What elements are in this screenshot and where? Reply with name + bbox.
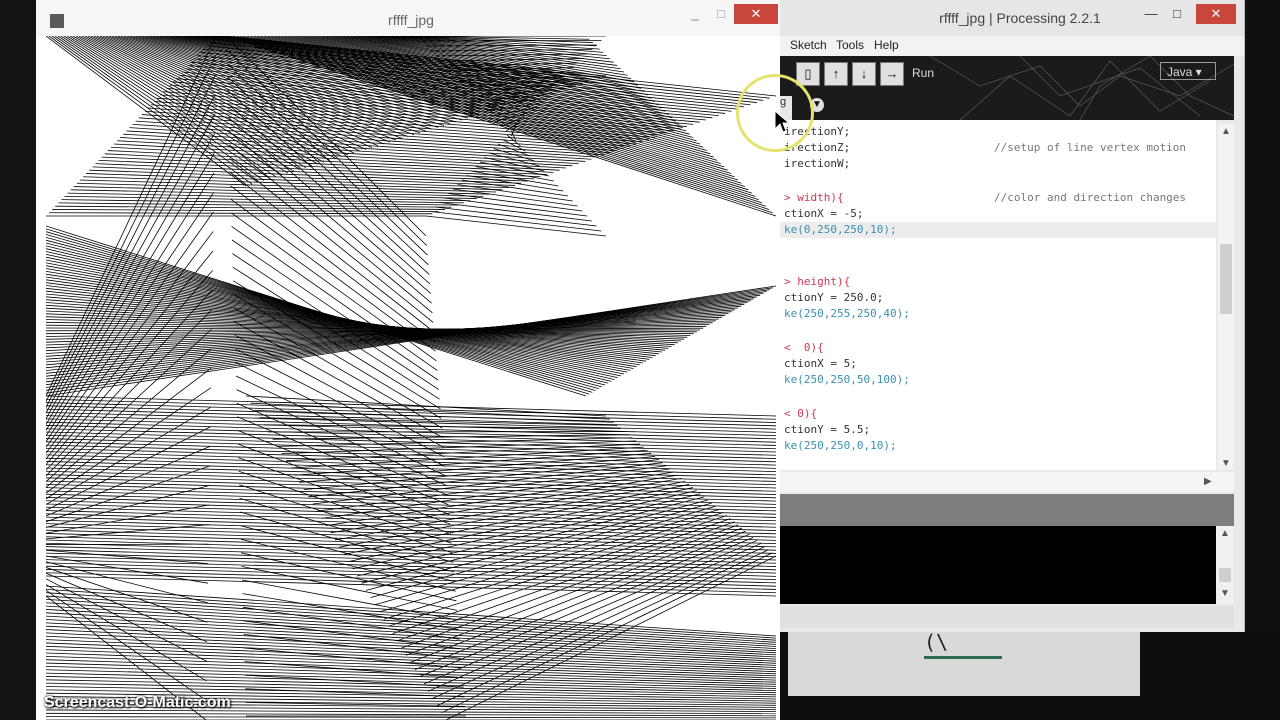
sketch-minimize-button[interactable]: _ (682, 4, 708, 24)
processing-ide-window: rffff_jpg | Processing 2.2.1 — □ ✕ Sketc… (780, 0, 1245, 632)
ide-window-title: rffff_jpg | Processing 2.2.1 (939, 10, 1101, 26)
menu-sketch[interactable]: Sketch (790, 38, 827, 52)
scroll-down-icon[interactable]: ▼ (1221, 458, 1231, 469)
background-window[interactable] (788, 628, 1140, 696)
code-comment: //color and direction changes (994, 191, 1187, 204)
scroll-up-icon[interactable]: ▲ (1221, 126, 1231, 137)
code-line: ctionX = -5; (784, 207, 864, 220)
console-scroll-thumb[interactable] (1219, 568, 1231, 582)
ide-minimize-button[interactable]: — (1138, 4, 1164, 24)
sketch-titlebar[interactable]: rffff_jpg _ □ ✕ (36, 0, 780, 36)
menu-help[interactable]: Help (874, 38, 899, 52)
code-line: > height){ (784, 275, 851, 288)
export-button[interactable]: → (880, 62, 904, 86)
open-button[interactable]: ↑ (824, 62, 848, 86)
watermark: Screencast-O-Matic.com (44, 694, 231, 711)
mouse-pointer-icon (774, 110, 790, 133)
ide-close-button[interactable]: ✕ (1196, 4, 1236, 24)
scroll-thumb[interactable] (1220, 244, 1232, 314)
desktop-background-right (1240, 0, 1280, 720)
line-mesh (46, 36, 777, 720)
code-comment: //setup of line vertex motion (994, 141, 1187, 154)
code-line: ctionX = 5; (784, 357, 857, 370)
new-file-icon: ▯ (804, 66, 812, 81)
open-icon: ↑ (832, 66, 840, 81)
ide-maximize-button[interactable]: □ (1164, 4, 1190, 24)
ide-bottom-strip (780, 606, 1234, 628)
code-line: > width){//color and direction changes (784, 191, 1187, 204)
mode-select[interactable]: Java ▾ (1160, 62, 1216, 80)
code-line: ctionY = 250.0; (784, 291, 884, 304)
console-scrollbar[interactable]: ▲ ▼ (1216, 526, 1234, 604)
code-line: ke(250,250,50,100); (784, 373, 910, 386)
code-line: < 0){ (784, 341, 824, 354)
sketch-close-button[interactable]: ✕ (734, 4, 778, 24)
sketch-canvas[interactable] (46, 36, 778, 720)
console-scroll-down-icon[interactable]: ▼ (1220, 588, 1230, 599)
ide-menubar: Sketch Tools Help (780, 36, 1244, 56)
console-area[interactable] (780, 526, 1216, 604)
ide-toolbar: ▯ ↑ ↓ → Run Java ▾ g ▼ (780, 56, 1234, 120)
desktop-background-left (0, 0, 36, 720)
sketch-maximize-button[interactable]: □ (708, 4, 734, 24)
scroll-right-icon[interactable]: ▶ (1204, 476, 1212, 487)
code-line: ke(250,250,0,10); (784, 439, 897, 452)
ide-titlebar[interactable]: rffff_jpg | Processing 2.2.1 — □ ✕ (780, 0, 1244, 36)
menu-tools[interactable]: Tools (836, 38, 864, 52)
code-line: < 0){ (784, 407, 818, 420)
background-window-underline (924, 656, 1002, 659)
message-status-bar (780, 494, 1234, 526)
code-editor[interactable]: irectionY; irectionZ;//setup of line ver… (780, 120, 1216, 470)
code-line: irectionW; (784, 157, 851, 170)
editor-vertical-scrollbar[interactable]: ▲ ▼ (1218, 124, 1234, 470)
code-line: ctionY = 5.5; (784, 423, 871, 436)
editor-horizontal-scrollbar[interactable]: ▶ (780, 472, 1234, 492)
save-button[interactable]: ↓ (852, 62, 876, 86)
background-window-glyph: (\ (924, 630, 949, 654)
run-label[interactable]: Run (912, 66, 934, 80)
sketch-window-title: rffff_jpg (388, 12, 434, 28)
save-icon: ↓ (860, 66, 868, 81)
console-scroll-up-icon[interactable]: ▲ (1220, 528, 1230, 539)
export-icon: → (885, 66, 899, 81)
code-line-highlighted: ke(0,250,250,10); (780, 222, 1216, 238)
app-icon (50, 14, 64, 28)
sketch-window: rffff_jpg _ □ ✕ Screencast-O-Matic.com (36, 0, 814, 720)
code-line: ke(250,255,250,40); (784, 307, 910, 320)
